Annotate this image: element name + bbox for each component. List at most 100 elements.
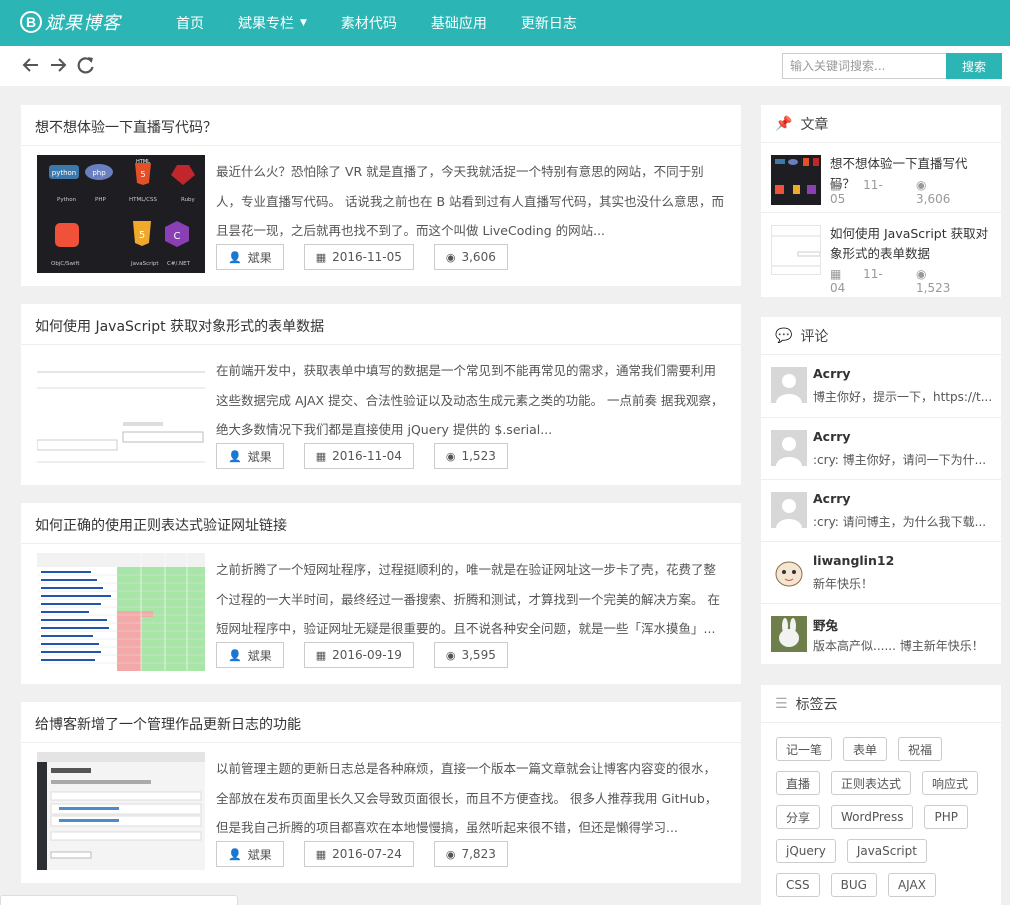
- article-card: 想不想体验一下直播写代码？ python php 5 HTML Python P…: [21, 105, 741, 286]
- tag-item[interactable]: 表单: [843, 737, 888, 761]
- refresh-icon[interactable]: [75, 55, 97, 77]
- sidebar-article-meta: ▦ 11-04 ◉ 1,523: [830, 267, 951, 295]
- tag-item[interactable]: jQuery: [776, 839, 836, 863]
- top-nav-bar: B 斌果博客 首页 斌果专栏 ▼ 素材代码 基础应用 更新日志: [0, 0, 1010, 46]
- user-icon: 👤: [228, 648, 242, 662]
- comment-item[interactable]: Acrry :cry: 博主你好，请问一下为什...: [761, 417, 1001, 479]
- comment-text: 版本高产似...... 博主新年快乐！: [813, 639, 984, 653]
- svg-text:HTML: HTML: [136, 159, 150, 165]
- svg-text:JavaScript: JavaScript: [130, 261, 159, 267]
- calendar-icon: ▦: [315, 847, 327, 861]
- author-badge[interactable]: 👤 斌果: [216, 244, 284, 270]
- pin-icon: 📌: [775, 115, 793, 132]
- tag-item[interactable]: BUG: [830, 873, 877, 897]
- sidebar-article-item[interactable]: 如何使用 JavaScript 获取对象形式的表单数据 ▦ 11-04 ◉ 1,…: [761, 213, 1001, 297]
- article-card: 如何使用 JavaScript 获取对象形式的表单数据 在前端开发中，获取表单中…: [21, 304, 741, 485]
- sidebar-article-thumbnail: [771, 225, 821, 275]
- eye-icon: ◉: [916, 267, 927, 281]
- nav-home[interactable]: 首页: [176, 13, 204, 33]
- article-title[interactable]: 如何正确的使用正则表达式验证网址链接: [35, 515, 287, 535]
- panel-header: 💬 评论: [761, 317, 1001, 355]
- date-badge: ▦ 2016-11-04: [303, 443, 414, 469]
- tag-item[interactable]: CSS: [776, 873, 820, 897]
- calendar-icon: ▦: [830, 178, 846, 192]
- tag-item[interactable]: JavaScript: [846, 839, 927, 863]
- comment-item[interactable]: Acrry :cry: 请问博主，为什么我下载...: [761, 479, 1001, 541]
- article-excerpt: 在前端开发中，获取表单中填写的数据是一个常见到不能再常见的需求，通常我们需要利用…: [216, 363, 724, 437]
- search-input[interactable]: [782, 53, 946, 79]
- user-icon: 👤: [228, 847, 242, 861]
- tag-item[interactable]: 直播: [776, 771, 821, 795]
- svg-text:php: php: [92, 169, 106, 177]
- eye-icon: ◉: [445, 847, 456, 861]
- tag-item[interactable]: 记一笔: [776, 737, 833, 761]
- sidebar-article-title: 如何使用 JavaScript 获取对象形式的表单数据: [830, 226, 989, 261]
- article-title[interactable]: 给博客新增了一个管理作品更新日志的功能: [35, 714, 301, 734]
- nav-materials[interactable]: 素材代码: [341, 13, 397, 33]
- comment-item[interactable]: liwanglin12 新年快乐！: [761, 541, 1001, 603]
- svg-text:5: 5: [140, 170, 145, 179]
- search-button[interactable]: 搜索: [946, 53, 1002, 79]
- calendar-icon: ▦: [315, 250, 327, 264]
- arrow-right-icon[interactable]: [47, 55, 69, 77]
- tag-item[interactable]: WordPress: [831, 805, 914, 829]
- user-icon: 👤: [228, 250, 242, 264]
- logo-mark: B: [20, 11, 42, 33]
- eye-icon: ◉: [445, 449, 456, 463]
- svg-text:C#/.NET: C#/.NET: [167, 261, 191, 267]
- svg-text:HTML/CSS: HTML/CSS: [129, 197, 157, 203]
- article-title[interactable]: 如何使用 JavaScript 获取对象形式的表单数据: [35, 316, 324, 336]
- views-badge: ◉ 3,606: [433, 244, 508, 270]
- eye-icon: ◉: [916, 178, 927, 192]
- svg-text:python: python: [52, 169, 77, 177]
- sidebar-article-item[interactable]: 想不想体验一下直播写代码？ ▦ 11-05 ◉ 3,606: [761, 143, 1001, 213]
- author-badge[interactable]: 👤 斌果: [216, 642, 284, 668]
- nav-basics[interactable]: 基础应用: [431, 13, 487, 33]
- list-icon: ☰: [775, 695, 788, 712]
- comment-text: :cry: 请问博主，为什么我下载...: [813, 515, 987, 529]
- svg-text:ObjC/Swift: ObjC/Swift: [51, 261, 80, 267]
- tag-item[interactable]: 分享: [776, 805, 821, 829]
- panel-header: 📌 文章: [761, 105, 1001, 143]
- article-title[interactable]: 想不想体验一下直播写代码？: [35, 117, 217, 137]
- comment-item[interactable]: 野兔 版本高产似...... 博主新年快乐！: [761, 603, 1001, 665]
- author-badge[interactable]: 👤 斌果: [216, 443, 284, 469]
- eye-icon: ◉: [445, 250, 456, 264]
- article-excerpt: 之前折腾了一个短网址程序，过程挺顺利的，唯一就是在验证网址这一步卡了壳，花费了整…: [216, 562, 720, 636]
- calendar-icon: ▦: [315, 648, 327, 662]
- comment-author: Acrry: [813, 366, 851, 381]
- tag-item[interactable]: 祝福: [898, 737, 943, 761]
- sidebar-comments-panel: 💬 评论 Acrry 博主你好，提示一下，https://t... Acrry …: [761, 317, 1001, 664]
- article-thumbnail[interactable]: [37, 752, 205, 870]
- date-badge: ▦ 2016-09-19: [303, 642, 414, 668]
- article-meta: 👤 斌果 ▦ 2016-07-24 ◉ 7,823: [216, 841, 528, 867]
- comment-author: liwanglin12: [813, 553, 895, 568]
- author-badge[interactable]: 👤 斌果: [216, 841, 284, 867]
- comment-author: Acrry: [813, 429, 851, 444]
- article-thumbnail[interactable]: [37, 553, 205, 671]
- nav-changelog[interactable]: 更新日志: [521, 13, 577, 33]
- article-thumbnail[interactable]: python php 5 HTML Python PHP HTML/CSS Ru…: [37, 155, 205, 273]
- nav-column[interactable]: 斌果专栏 ▼: [238, 13, 307, 33]
- article-thumbnail[interactable]: [37, 354, 205, 472]
- tag-item[interactable]: 正则表达式: [831, 771, 912, 795]
- comment-text: 博主你好，提示一下，https://t...: [813, 390, 993, 404]
- tag-item[interactable]: PHP: [924, 805, 968, 829]
- arrow-left-icon[interactable]: [20, 55, 42, 77]
- article-card: 如何正确的使用正则表达式验证网址链接 之前折腾了一个短网址程序，过程挺顺利的，唯…: [21, 503, 741, 684]
- divider: [21, 145, 741, 146]
- logo-text: 斌果博客: [45, 13, 121, 34]
- eye-icon: ◉: [445, 648, 456, 662]
- tag-item[interactable]: 响应式: [922, 771, 979, 795]
- site-logo[interactable]: B 斌果博客: [20, 9, 121, 35]
- comment-item[interactable]: Acrry 博主你好，提示一下，https://t...: [761, 355, 1001, 417]
- sidebar-articles-panel: 📌 文章 想不想体验一下直播写代码？ ▦ 11-05 ◉ 3,606 如何使用 …: [761, 105, 1001, 297]
- panel-header: ☰ 标签云: [761, 685, 1001, 723]
- tag-item[interactable]: AJAX: [887, 873, 936, 897]
- tag-cloud: 记一笔 表单 祝福 直播 正则表达式 响应式 分享 WordPress PHP …: [776, 737, 991, 905]
- avatar: [771, 367, 807, 403]
- user-icon: 👤: [228, 449, 242, 463]
- calendar-icon: ▦: [830, 267, 846, 281]
- article-excerpt: 以前管理主题的更新日志总是各种麻烦，直接一个版本一篇文章就会让博客内容变的很水，…: [216, 761, 718, 835]
- views-badge: ◉ 7,823: [433, 841, 508, 867]
